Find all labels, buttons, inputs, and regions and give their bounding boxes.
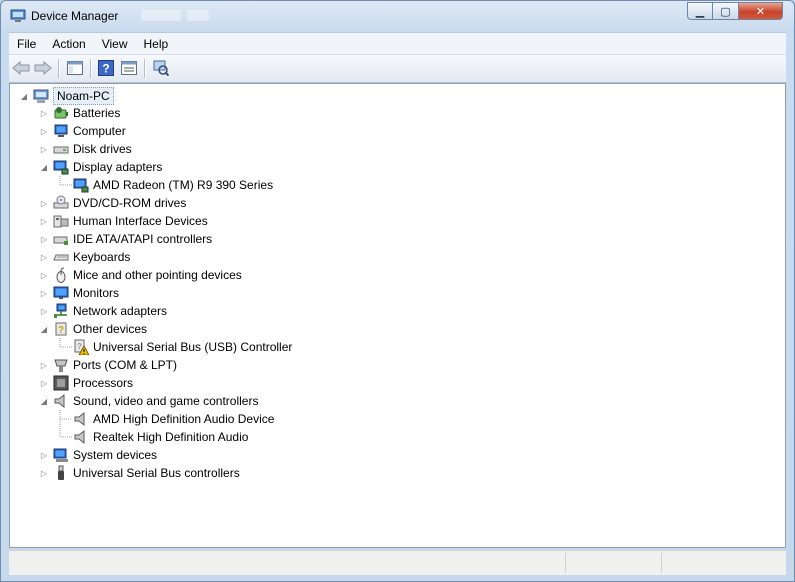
scan-hardware-button[interactable] <box>152 59 170 77</box>
menu-help[interactable]: Help <box>136 37 177 51</box>
close-icon: ✕ <box>755 5 766 18</box>
device-manager-app-icon <box>10 9 26 23</box>
toolbar-separator <box>58 59 60 78</box>
properties-icon <box>121 61 137 75</box>
show-hide-console-tree-icon <box>67 61 83 75</box>
menu-view[interactable]: View <box>94 37 136 51</box>
close-button[interactable]: ✕ <box>739 2 783 20</box>
toolbar-separator <box>90 59 92 78</box>
properties-button[interactable] <box>120 59 138 77</box>
menu-bar: File Action View Help <box>9 32 786 54</box>
maximize-button[interactable]: ▢ <box>713 2 739 20</box>
title-bar[interactable]: Device Manager ▁ ▢ ✕ <box>1 1 794 31</box>
maximize-icon: ▢ <box>720 5 731 18</box>
menu-file[interactable]: File <box>9 37 44 51</box>
forward-arrow-icon <box>34 61 52 75</box>
back-button[interactable] <box>12 59 30 77</box>
status-pane <box>565 553 662 573</box>
minimize-icon: ▁ <box>695 5 705 18</box>
help-icon: ? <box>98 60 114 76</box>
background-taskbar-ghost <box>141 10 209 21</box>
status-pane <box>661 553 785 573</box>
toolbar-separator <box>144 59 146 78</box>
back-arrow-icon <box>12 61 30 75</box>
device-tree[interactable]: ◢ Noam-PC ▷ Batteries ▷ Computer ▷ Disk … <box>9 83 786 548</box>
show-hide-console-tree-button[interactable] <box>66 59 84 77</box>
menu-action[interactable]: Action <box>44 37 93 51</box>
window-title: Device Manager <box>31 9 119 23</box>
toolbar: ? <box>9 54 786 83</box>
status-bar <box>9 550 786 575</box>
forward-button[interactable] <box>34 59 52 77</box>
scan-hardware-icon <box>153 60 169 76</box>
svg-text:?: ? <box>102 62 109 76</box>
minimize-button[interactable]: ▁ <box>687 2 713 20</box>
window-controls: ▁ ▢ ✕ <box>687 2 783 22</box>
device-manager-window: Device Manager ▁ ▢ ✕ File Action View He… <box>0 0 795 582</box>
tree-connector-lines <box>59 176 72 438</box>
help-button[interactable]: ? <box>97 59 115 77</box>
